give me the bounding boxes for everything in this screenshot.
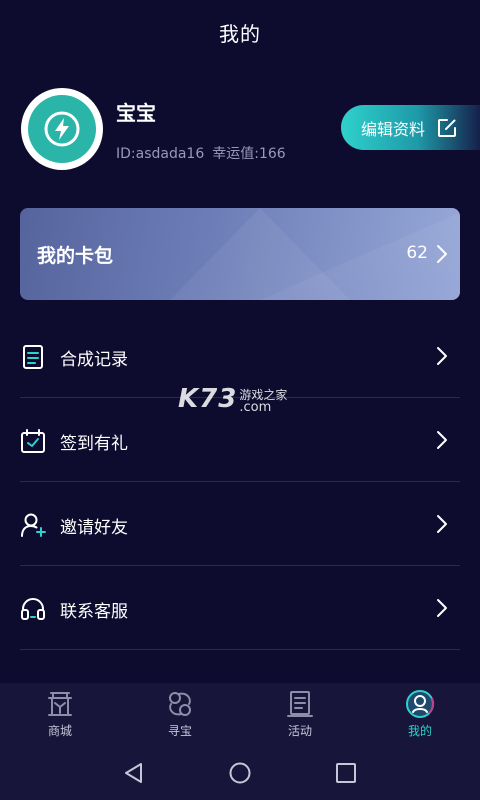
shop-icon — [48, 692, 72, 716]
treasure-icon — [169, 692, 191, 716]
headset-icon — [21, 598, 45, 620]
activity-icon — [287, 691, 313, 717]
username: 宝宝 — [116, 101, 156, 125]
menu-item-customer-service[interactable]: 联系客服 — [20, 566, 460, 650]
nav-item-treasure[interactable]: 寻宝 — [120, 683, 240, 745]
card-pack-title: 我的卡包 — [37, 245, 114, 267]
watermark-brand: K73 — [178, 384, 238, 414]
watermark: K73 游戏之家 .com — [178, 384, 287, 414]
card-pack-banner[interactable]: 我的卡包 62 — [20, 208, 460, 300]
menu-item-label: 签到有礼 — [60, 434, 128, 454]
nav-item-mine[interactable]: 我的 — [360, 683, 480, 745]
home-button[interactable] — [187, 762, 293, 784]
nav-label: 商城 — [47, 724, 72, 738]
back-icon — [125, 762, 142, 783]
menu-item-label: 邀请好友 — [60, 518, 128, 538]
watermark-line2: .com — [239, 400, 272, 415]
bottom-nav: 商城 寻宝 活动 我的 — [0, 683, 480, 745]
home-icon — [229, 762, 251, 783]
add-user-icon — [21, 513, 46, 537]
recents-icon — [336, 762, 356, 783]
user-id: ID:asdada16 — [116, 146, 205, 162]
card-pack-count: 62 — [406, 243, 428, 263]
nav-label: 活动 — [287, 724, 312, 738]
menu-item-label: 合成记录 — [60, 350, 128, 370]
edit-profile-label: 编辑资料 — [361, 119, 426, 139]
edit-profile-button[interactable]: 编辑资料 — [341, 105, 480, 150]
nav-label: 寻宝 — [167, 724, 192, 738]
chevron-right-icon — [437, 245, 447, 263]
chevron-right-icon — [437, 599, 447, 617]
nav-label: 我的 — [407, 724, 432, 738]
nav-item-activity[interactable]: 活动 — [240, 683, 360, 745]
calendar-check-icon — [21, 429, 45, 453]
avatar[interactable] — [21, 88, 103, 170]
menu-item-label: 联系客服 — [60, 602, 128, 622]
profile-icon — [406, 690, 435, 718]
back-button[interactable] — [81, 762, 187, 784]
system-nav-bar — [0, 745, 480, 800]
luck-value: 幸运值:166 — [212, 146, 286, 162]
chevron-right-icon — [437, 515, 447, 533]
chevron-right-icon — [437, 431, 447, 449]
edit-icon — [438, 118, 457, 137]
menu-item-invite-friends[interactable]: 邀请好友 — [20, 482, 460, 566]
recents-button[interactable] — [293, 762, 399, 784]
user-meta: ID:asdada16 幸运值:166 — [116, 143, 286, 163]
lightning-icon — [44, 111, 80, 147]
page-title: 我的 — [219, 22, 261, 46]
chevron-right-icon — [437, 347, 447, 365]
nav-item-shop[interactable]: 商城 — [0, 683, 120, 745]
document-icon — [23, 345, 43, 369]
